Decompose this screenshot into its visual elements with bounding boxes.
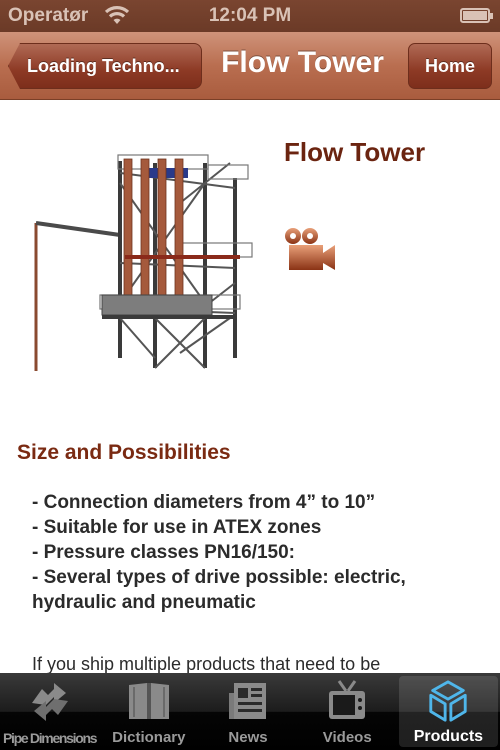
tab-dictionary[interactable]: Dictionary — [99, 673, 198, 750]
tv-icon — [329, 680, 366, 719]
book-icon — [128, 683, 169, 719]
newspaper-icon — [229, 683, 266, 719]
tab-pipe-dimensions[interactable]: Pipe Dimensions — [0, 673, 99, 750]
back-button[interactable]: Loading Techno... — [8, 43, 202, 89]
tab-products[interactable]: Products — [398, 676, 499, 747]
product-title: Flow Tower — [284, 137, 426, 167]
product-detail-content[interactable]: Flow Tower Size and Possibilities - Conn… — [0, 101, 500, 673]
clock: 12:04 PM — [208, 5, 292, 26]
tab-label: News — [228, 729, 268, 746]
page-title: Flow Tower — [221, 46, 384, 79]
tab-label: Pipe Dimensions — [2, 730, 98, 746]
feature-item: - Suitable for use in ATEX zones — [32, 517, 322, 538]
feature-list: - Connection diameters from 4” to 10” - … — [32, 490, 482, 615]
tab-label: Products — [413, 728, 484, 745]
flow-tower-image — [34, 154, 253, 371]
section-title: Size and Possibilities — [17, 441, 231, 464]
status-bar: Operatør 12:04 PM — [0, 0, 500, 32]
battery-icon — [460, 8, 493, 23]
tab-label: Dictionary — [112, 729, 186, 746]
feature-item: - Several types of drive possible: elect… — [32, 567, 406, 613]
feature-item: - Connection diameters from 4” to 10” — [32, 492, 376, 513]
tab-label: Videos — [322, 729, 372, 746]
tab-videos[interactable]: Videos — [298, 673, 397, 750]
tab-news[interactable]: News — [198, 673, 297, 750]
sync-arrows-icon — [31, 683, 68, 721]
description-paragraph: If you ship multiple products that need … — [32, 654, 381, 673]
video-camera-icon[interactable] — [283, 225, 337, 273]
tab-bar: Pipe Dimensions Dictionary News Videos P… — [0, 673, 500, 750]
home-button[interactable]: Home — [408, 43, 492, 89]
cube-icon — [429, 680, 468, 722]
feature-item: - Pressure classes PN16/150: — [32, 542, 296, 563]
navigation-bar: Loading Techno... Flow Tower Home — [0, 32, 500, 100]
